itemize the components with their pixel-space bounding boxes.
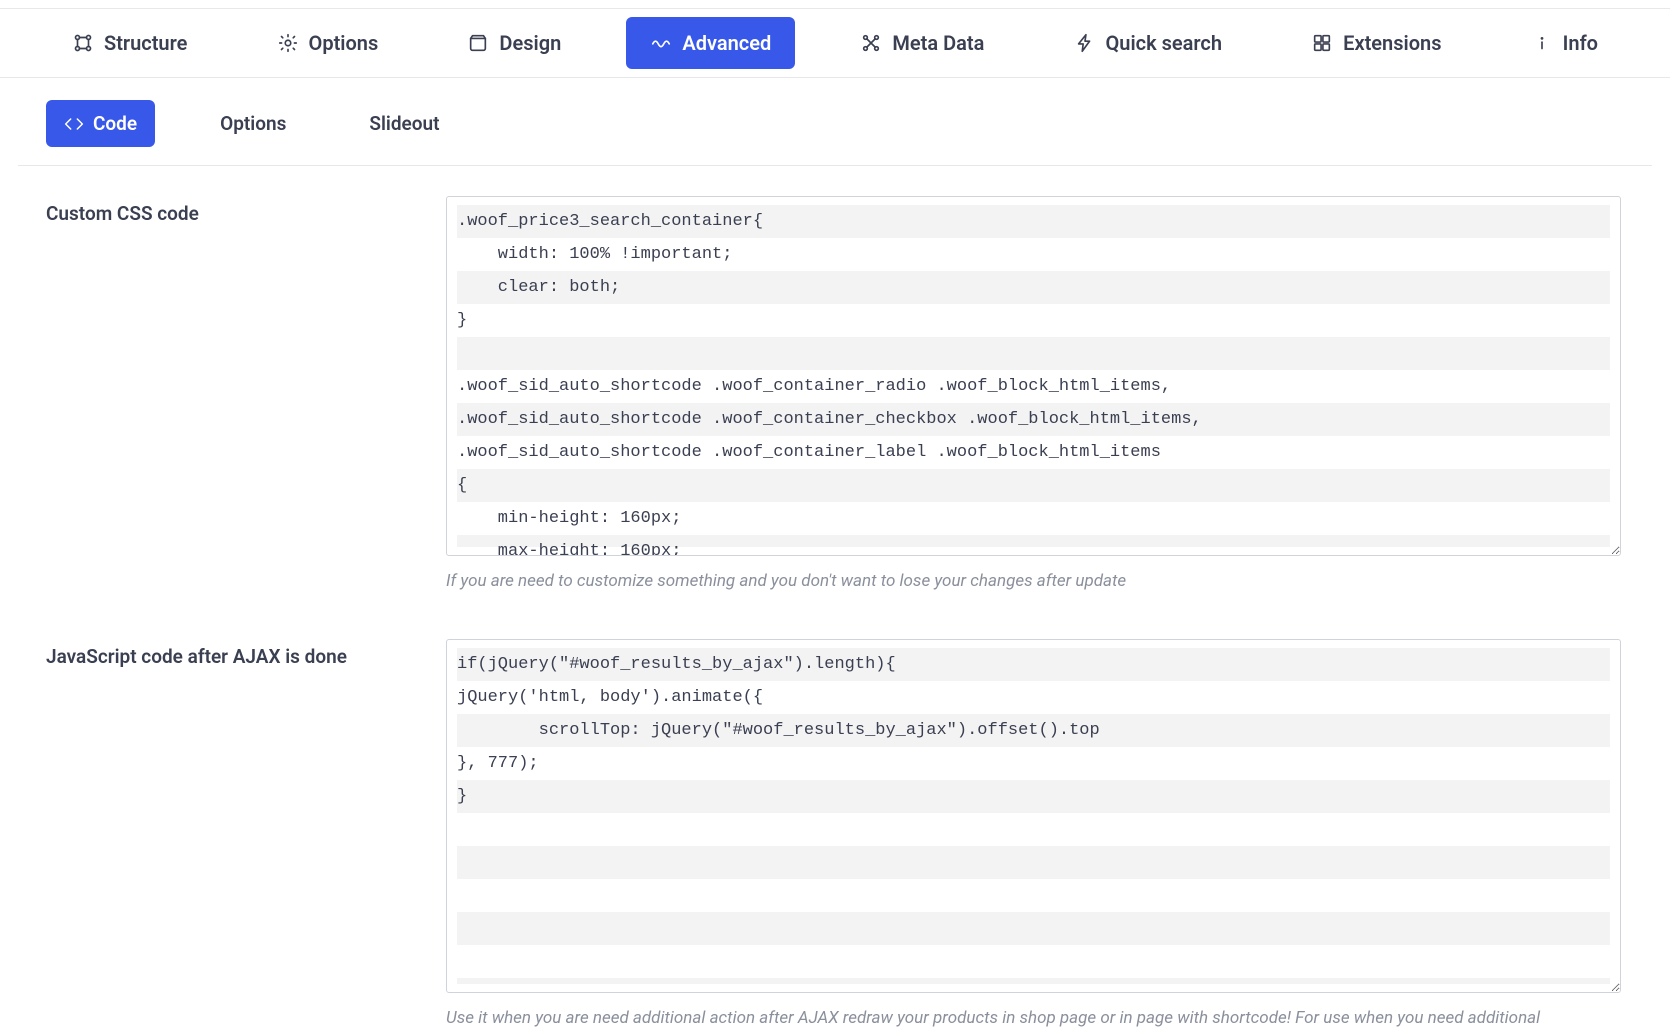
truck-icon <box>340 114 360 134</box>
content-panel: Custom CSS code If you are need to custo… <box>18 166 1652 1030</box>
sub-tabs: Code Options Slideout <box>18 78 1652 166</box>
custom-css-textarea[interactable] <box>446 196 1621 556</box>
js-after-ajax-hint: Use it when you are need additional acti… <box>446 1007 1621 1030</box>
wave-icon <box>650 32 672 54</box>
tab-meta-data[interactable]: Meta Data <box>836 17 1008 69</box>
extensions-icon <box>1311 32 1333 54</box>
sub-tab-code[interactable]: Code <box>46 100 155 147</box>
structure-icon <box>72 32 94 54</box>
tab-label: Structure <box>104 31 187 55</box>
field-label-custom-css: Custom CSS code <box>46 196 446 593</box>
js-after-ajax-textarea[interactable] <box>446 639 1621 993</box>
tab-label: Info <box>1563 31 1598 55</box>
tab-label: Extensions <box>1343 31 1441 55</box>
tab-advanced[interactable]: Advanced <box>626 17 795 69</box>
tab-structure[interactable]: Structure <box>48 17 211 69</box>
tab-label: Advanced <box>682 31 771 55</box>
tab-design[interactable]: Design <box>443 17 585 69</box>
custom-css-hint: If you are need to customize something a… <box>446 570 1621 593</box>
sub-tab-label: Slideout <box>369 112 439 135</box>
network-icon <box>860 32 882 54</box>
info-icon <box>1531 32 1553 54</box>
field-js-after-ajax: JavaScript code after AJAX is done Use i… <box>46 639 1624 1030</box>
field-label-js-after-ajax: JavaScript code after AJAX is done <box>46 639 446 1030</box>
sub-tab-slideout[interactable]: Slideout <box>322 100 457 147</box>
palette-icon <box>467 32 489 54</box>
sub-tab-options[interactable]: Options <box>173 100 304 147</box>
field-custom-css: Custom CSS code If you are need to custo… <box>46 196 1624 593</box>
gear-icon <box>277 32 299 54</box>
main-tabs: Structure Options Design Advanced Meta D… <box>0 8 1670 78</box>
tab-label: Quick search <box>1106 31 1223 55</box>
bolt-icon <box>1074 32 1096 54</box>
gear-icon <box>191 114 211 134</box>
tab-label: Meta Data <box>892 31 984 55</box>
tab-label: Options <box>309 31 379 55</box>
field-body: If you are need to customize something a… <box>446 196 1621 593</box>
code-icon <box>64 114 84 134</box>
tab-label: Design <box>499 31 561 55</box>
field-body: Use it when you are need additional acti… <box>446 639 1621 1030</box>
sub-tab-label: Options <box>220 112 286 135</box>
tab-options[interactable]: Options <box>253 17 403 69</box>
tab-info[interactable]: Info <box>1507 17 1622 69</box>
tab-quick-search[interactable]: Quick search <box>1050 17 1247 69</box>
tab-extensions[interactable]: Extensions <box>1287 17 1465 69</box>
sub-tab-label: Code <box>93 112 137 135</box>
